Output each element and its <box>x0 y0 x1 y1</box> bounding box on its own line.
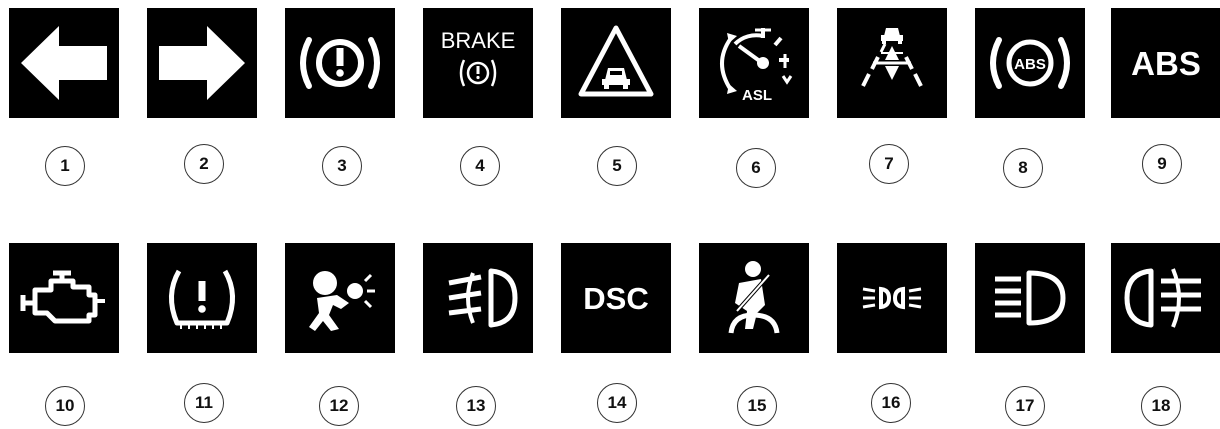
tire-pressure-icon <box>147 243 257 353</box>
front-fog-light-icon <box>423 243 533 353</box>
label-16: 16 <box>871 383 911 423</box>
label-9: 9 <box>1142 144 1182 184</box>
asl-text: ASL <box>742 87 772 104</box>
label-6: 6 <box>736 148 776 188</box>
forward-collision-warning-icon <box>561 8 671 118</box>
speed-limiter-asl-icon: ASL <box>699 8 809 118</box>
label-13: 13 <box>456 386 496 426</box>
dsc-icon: DSC <box>561 243 671 353</box>
abs-circle-text: ABS <box>1014 56 1046 73</box>
right-arrow-icon <box>147 8 257 118</box>
brake-text-warning-icon: BRAKE <box>423 8 533 118</box>
dsc-text: DSC <box>583 281 648 316</box>
label-10: 10 <box>45 386 85 426</box>
lane-departure-icon <box>837 8 947 118</box>
label-17: 17 <box>1005 386 1045 426</box>
label-18: 18 <box>1141 386 1181 426</box>
seatbelt-icon <box>699 243 809 353</box>
abs-text-icon: ABS <box>1111 8 1220 118</box>
abs-text: ABS <box>1131 45 1201 82</box>
side-lights-icon <box>837 243 947 353</box>
label-8: 8 <box>1003 148 1043 188</box>
label-4: 4 <box>460 146 500 186</box>
label-1: 1 <box>45 146 85 186</box>
label-2: 2 <box>184 144 224 184</box>
left-arrow-icon <box>9 8 119 118</box>
check-engine-icon <box>9 243 119 353</box>
brake-text: BRAKE <box>441 28 516 53</box>
brake-warning-icon <box>285 8 395 118</box>
label-5: 5 <box>597 146 637 186</box>
airbag-icon <box>285 243 395 353</box>
abs-circle-icon: ABS <box>975 8 1085 118</box>
label-15: 15 <box>737 386 777 426</box>
label-11: 11 <box>184 383 224 423</box>
label-3: 3 <box>322 146 362 186</box>
rear-fog-light-icon <box>1111 243 1220 353</box>
label-14: 14 <box>597 383 637 423</box>
label-7: 7 <box>869 144 909 184</box>
high-beam-icon <box>975 243 1085 353</box>
label-12: 12 <box>319 386 359 426</box>
